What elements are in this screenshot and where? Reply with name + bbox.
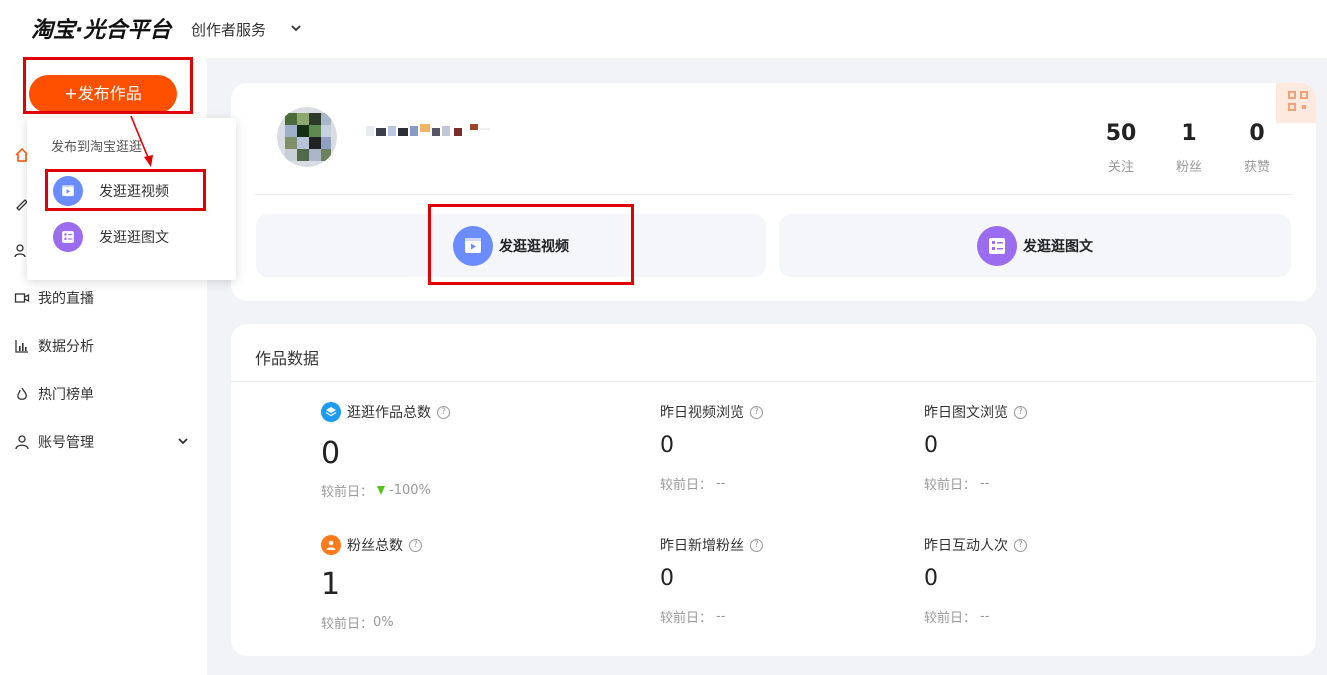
sidebar-item-label: 账号管理 bbox=[38, 435, 94, 451]
likes-label: 获赞 bbox=[1243, 160, 1270, 175]
sidebar-item-data-analysis[interactable]: 数据分析 bbox=[14, 336, 94, 356]
dropdown-title: 发布到淘宝逛逛 bbox=[51, 140, 143, 155]
chevron-down-icon[interactable] bbox=[176, 434, 190, 448]
metric-label: 昨日互动人次 bbox=[924, 538, 1008, 554]
dropdown-item-label: 发逛逛视频 bbox=[99, 184, 169, 200]
list-document-icon bbox=[977, 225, 1017, 266]
flame-icon bbox=[17, 387, 27, 400]
chevron-down-icon[interactable] bbox=[289, 21, 303, 35]
metric-value: 0 bbox=[321, 436, 341, 471]
help-icon[interactable]: ? bbox=[409, 538, 422, 552]
metric-label: 昨日新增粉丝 bbox=[660, 538, 744, 554]
compare-prefix: 较前日： bbox=[924, 478, 977, 493]
sidebar-item-account[interactable]: 账号管理 bbox=[14, 432, 94, 452]
post-image-text-label: 发逛逛图文 bbox=[1023, 238, 1093, 255]
platform-logo[interactable]: 淘宝·光合平台 bbox=[31, 12, 171, 44]
likes-count[interactable]: 0 bbox=[1227, 121, 1287, 146]
metric-label: 粉丝总数 bbox=[347, 538, 403, 554]
play-video-icon bbox=[453, 225, 493, 266]
metric-label: 逛逛作品总数 bbox=[347, 405, 431, 421]
compare-prefix: 较前日： bbox=[660, 611, 713, 626]
compare-value: -- bbox=[980, 476, 990, 491]
metric-value: 1 bbox=[321, 567, 341, 602]
video-camera-icon bbox=[14, 293, 30, 303]
play-video-icon bbox=[53, 176, 83, 206]
post-video-button[interactable]: 发逛逛视频 bbox=[256, 214, 766, 277]
compare-prefix: 较前日： bbox=[924, 611, 977, 626]
compare-value: -- bbox=[716, 476, 726, 491]
metric-compare: 较前日： 0% bbox=[321, 613, 394, 632]
fans-count[interactable]: 1 bbox=[1159, 121, 1219, 146]
metric-yesterday-video-views: 昨日视频浏览 ? bbox=[660, 402, 763, 422]
metric-compare: 较前日： -- bbox=[660, 474, 725, 493]
username-redacted bbox=[366, 124, 490, 136]
avatar[interactable] bbox=[277, 107, 337, 167]
metric-total-fans: 粉丝总数 ? bbox=[321, 535, 422, 555]
dropdown-item-post-image-text[interactable]: 发逛逛图文 bbox=[53, 221, 169, 253]
metric-value: 0 bbox=[660, 566, 674, 591]
compare-value: -- bbox=[980, 609, 990, 624]
metric-label: 昨日视频浏览 bbox=[660, 405, 744, 421]
layers-icon bbox=[321, 402, 341, 422]
metric-compare: 较前日： -100% bbox=[321, 481, 431, 500]
sidebar-item-hot-rankings[interactable]: 热门榜单 bbox=[14, 384, 94, 404]
list-document-icon bbox=[53, 222, 83, 252]
help-icon[interactable]: ? bbox=[750, 405, 763, 419]
works-divider bbox=[231, 381, 1316, 382]
metric-total-works: 逛逛作品总数 ? bbox=[321, 402, 450, 422]
post-video-label: 发逛逛视频 bbox=[499, 238, 569, 255]
publish-dropdown: 发布到淘宝逛逛 发逛逛视频 发逛逛图文 bbox=[27, 118, 236, 280]
metric-yesterday-interactions: 昨日互动人次 ? bbox=[924, 535, 1027, 555]
following-label: 关注 bbox=[1107, 160, 1134, 175]
fans-label: 粉丝 bbox=[1175, 160, 1202, 175]
metric-compare: 较前日： -- bbox=[924, 474, 989, 493]
metric-yesterday-image-views: 昨日图文浏览 ? bbox=[924, 402, 1027, 422]
fan-user-icon bbox=[321, 535, 341, 555]
creator-service-menu[interactable]: 创作者服务 bbox=[191, 19, 266, 40]
metric-compare: 较前日： -- bbox=[924, 607, 989, 626]
metric-label: 昨日图文浏览 bbox=[924, 405, 1008, 421]
metric-value: 0 bbox=[924, 566, 938, 591]
user-icon bbox=[15, 435, 29, 450]
following-count[interactable]: 50 bbox=[1091, 121, 1151, 146]
compare-value: -- bbox=[716, 609, 726, 624]
metric-yesterday-new-fans: 昨日新增粉丝 ? bbox=[660, 535, 763, 555]
compare-value: 0% bbox=[373, 615, 394, 630]
works-data-title: 作品数据 bbox=[255, 349, 320, 368]
help-icon[interactable]: ? bbox=[1014, 538, 1027, 552]
publish-work-button[interactable]: +发布作品 bbox=[29, 75, 177, 113]
compare-prefix: 较前日： bbox=[660, 478, 713, 493]
metric-compare: 较前日： -- bbox=[660, 607, 725, 626]
help-icon[interactable]: ? bbox=[437, 405, 450, 419]
sidebar-item-label: 数据分析 bbox=[38, 339, 94, 355]
sidebar-item-label: 热门榜单 bbox=[38, 387, 94, 403]
top-bar: 淘宝·光合平台 创作者服务 bbox=[0, 0, 1327, 58]
help-icon[interactable]: ? bbox=[750, 538, 763, 552]
metric-value: 0 bbox=[660, 433, 674, 458]
dropdown-item-post-video[interactable]: 发逛逛视频 bbox=[53, 175, 169, 207]
bar-chart-icon bbox=[15, 340, 28, 353]
profile-divider bbox=[255, 194, 1292, 195]
compare-prefix: 较前日： bbox=[321, 617, 374, 632]
compare-value: -100% bbox=[389, 483, 431, 498]
help-icon[interactable]: ? bbox=[1014, 405, 1027, 419]
down-arrow-icon bbox=[377, 486, 386, 495]
compare-prefix: 较前日： bbox=[321, 485, 374, 500]
post-image-text-button[interactable]: 发逛逛图文 bbox=[779, 214, 1291, 277]
sidebar-item-label: 我的直播 bbox=[38, 291, 94, 307]
qr-code-icon[interactable] bbox=[1276, 83, 1316, 123]
dropdown-item-label: 发逛逛图文 bbox=[99, 230, 169, 246]
metric-value: 0 bbox=[924, 433, 938, 458]
sidebar-item-live[interactable]: 我的直播 bbox=[14, 288, 94, 308]
